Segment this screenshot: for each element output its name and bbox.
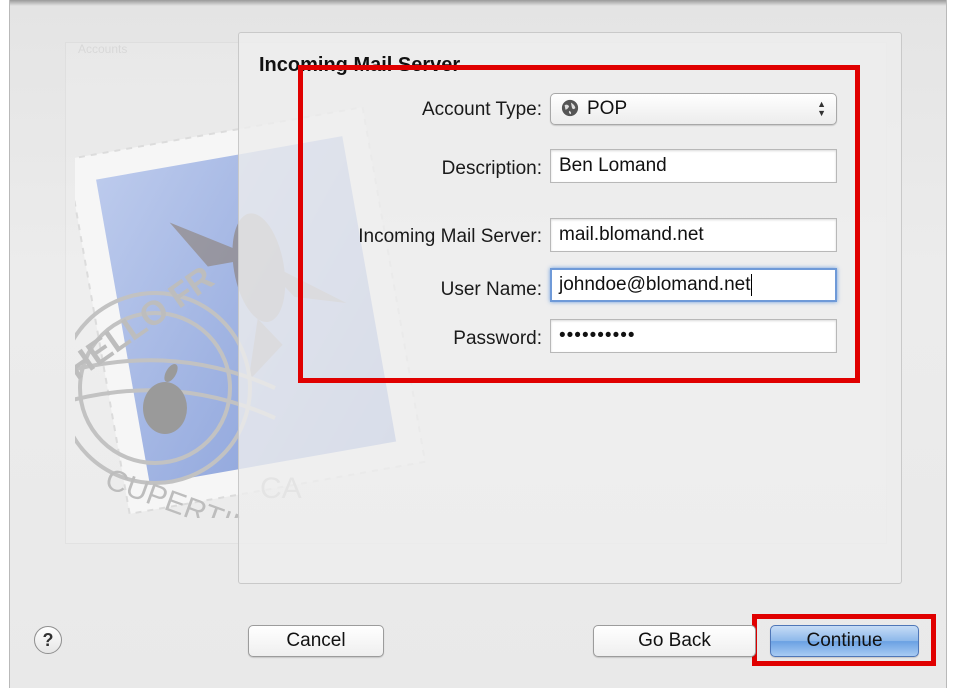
- help-button[interactable]: ?: [34, 626, 62, 654]
- go-back-button[interactable]: Go Back: [593, 625, 756, 657]
- background-accounts-label: Accounts: [78, 42, 128, 56]
- sheet-top-shadow: [10, 0, 946, 6]
- form-highlight-box: [298, 65, 860, 383]
- cancel-button[interactable]: Cancel: [248, 625, 384, 657]
- continue-button[interactable]: Continue: [770, 625, 919, 657]
